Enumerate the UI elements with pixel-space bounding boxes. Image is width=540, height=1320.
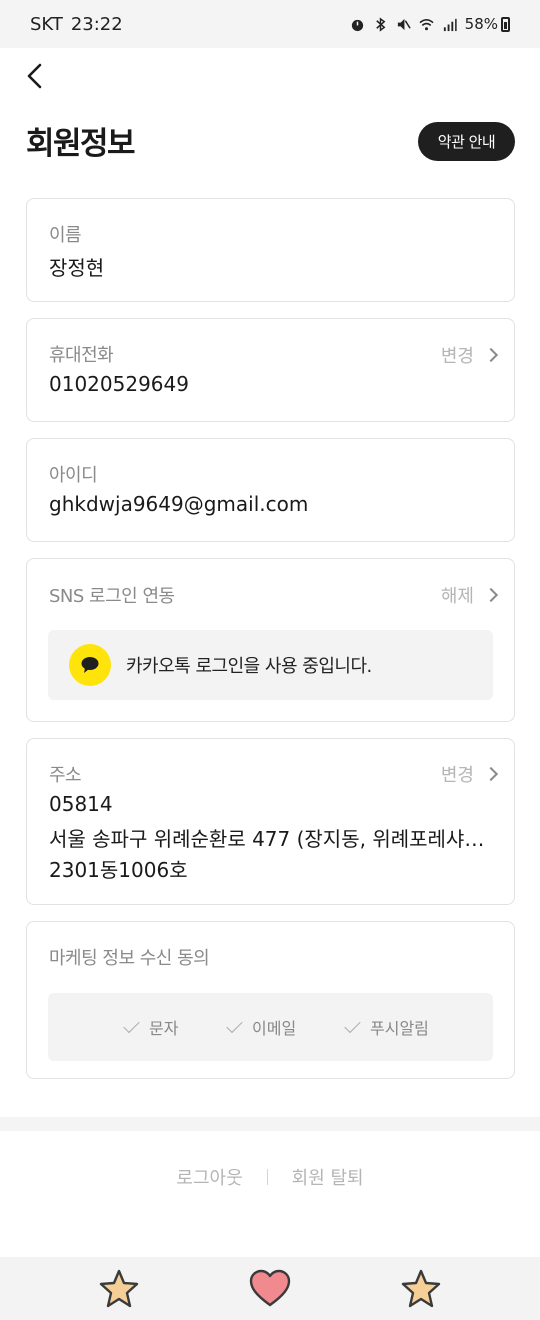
back-button[interactable] [24, 52, 64, 100]
kakao-login-status: 카카오톡 로그인을 사용 중입니다. [48, 630, 493, 700]
bluetooth-icon [375, 16, 386, 32]
star-icon [401, 1269, 441, 1308]
footer-links: 로그아웃 회원 탈퇴 [0, 1164, 540, 1190]
name-label: 이름 [49, 225, 82, 246]
id-value: ghkdwja9649@gmail.com [49, 492, 309, 516]
address-line1: 서울 송파구 위례순환로 477 (장지동, 위례포레샤인2… [49, 827, 494, 851]
heart-icon [249, 1269, 291, 1307]
check-icon [123, 1016, 140, 1034]
battery-percent: 58% [464, 15, 498, 33]
name-card: 이름 장정현 [26, 198, 515, 302]
kakao-icon [69, 644, 111, 686]
section-divider [0, 1117, 540, 1131]
address-label: 주소 [49, 765, 82, 786]
alarm-icon [351, 19, 363, 31]
marketing-option-label: 문자 [149, 1019, 179, 1038]
star-icon [99, 1269, 139, 1308]
address-line2: 2301동1006호 [49, 858, 188, 882]
address-change-button[interactable]: 변경 [440, 761, 499, 787]
clock-text: 23:22 [70, 13, 123, 35]
check-icon [226, 1016, 243, 1034]
chevron-right-icon [483, 766, 499, 782]
check-icon [344, 1016, 361, 1034]
logout-link[interactable]: 로그아웃 [176, 1164, 242, 1190]
battery-icon [501, 16, 510, 32]
address-change-label: 변경 [440, 765, 474, 786]
mute-icon [397, 18, 411, 30]
footer-separator [266, 1169, 268, 1185]
wifi-icon [419, 18, 434, 30]
marketing-card: 마케팅 정보 수신 동의 문자 이메일 푸시알림 [26, 921, 515, 1079]
marketing-option-email[interactable]: 이메일 [226, 1015, 297, 1039]
sns-card: SNS 로그인 연동 해제 카카오톡 로그인을 사용 중입니다. [26, 558, 515, 722]
sns-unlink-button[interactable]: 해제 [440, 582, 499, 608]
phone-label: 휴대전화 [49, 345, 114, 366]
phone-card: 휴대전화 변경 01020529649 [26, 318, 515, 422]
id-card: 아이디 ghkdwja9649@gmail.com [26, 438, 515, 542]
phone-change-label: 변경 [440, 346, 474, 367]
name-value: 장정현 [49, 256, 105, 280]
sns-label: SNS 로그인 연동 [49, 586, 175, 607]
battery-indicator: 58% [465, 15, 510, 33]
marketing-options: 문자 이메일 푸시알림 [48, 993, 493, 1061]
id-label: 아이디 [49, 465, 98, 486]
carrier-text: SKT [30, 13, 63, 35]
address-card: 주소 변경 05814 서울 송파구 위례순환로 477 (장지동, 위례포레샤… [26, 738, 515, 905]
address-zipcode: 05814 [49, 792, 113, 816]
chevron-right-icon [483, 587, 499, 603]
marketing-option-label: 푸시알림 [370, 1019, 429, 1038]
sns-unlink-label: 해제 [440, 586, 474, 607]
chevron-right-icon [483, 347, 499, 363]
page-title: 회원정보 [26, 126, 136, 162]
phone-change-button[interactable]: 변경 [440, 342, 499, 368]
marketing-label: 마케팅 정보 수신 동의 [49, 948, 210, 969]
kakao-login-text: 카카오톡 로그인을 사용 중입니다. [126, 656, 372, 677]
terms-button[interactable]: 약관 안내 [418, 122, 515, 161]
withdraw-link[interactable]: 회원 탈퇴 [292, 1164, 364, 1190]
marketing-option-push[interactable]: 푸시알림 [344, 1015, 429, 1039]
status-bar: SKT 23:22 58% [0, 0, 540, 48]
phone-value: 01020529649 [49, 372, 189, 396]
speech-bubble-icon [81, 657, 99, 673]
bottom-bar [0, 1257, 540, 1320]
marketing-option-label: 이메일 [252, 1019, 297, 1038]
chevron-left-icon [27, 63, 42, 89]
marketing-option-sms[interactable]: 문자 [123, 1015, 179, 1039]
signal-icon [443, 18, 457, 31]
